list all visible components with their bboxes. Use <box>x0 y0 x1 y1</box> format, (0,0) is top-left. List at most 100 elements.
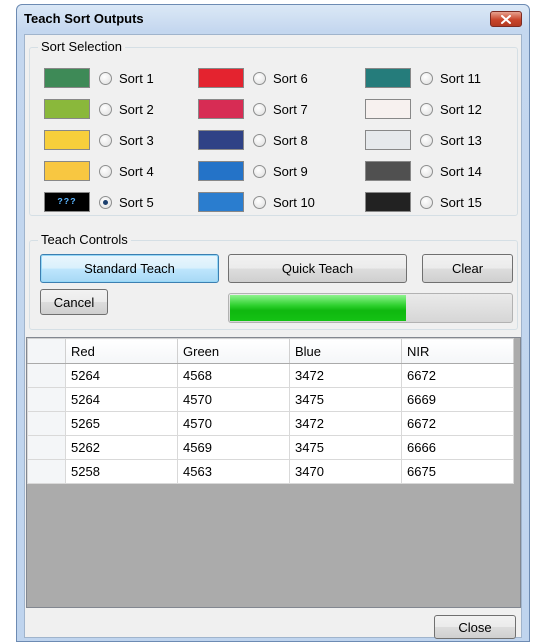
title-bar[interactable]: Teach Sort Outputs <box>17 5 529 33</box>
sort-10-radio[interactable] <box>253 195 266 209</box>
table-cell-red[interactable]: 5262 <box>65 435 178 460</box>
table-cell-green[interactable]: 4569 <box>177 435 290 460</box>
table-row[interactable]: 5262 4569 3475 6666 <box>27 435 514 460</box>
table-cell-blue[interactable]: 3475 <box>289 435 402 460</box>
table-cell-red[interactable]: 5265 <box>65 411 178 436</box>
sort-13-label[interactable]: Sort 13 <box>440 133 482 148</box>
sort-1-color-swatch[interactable] <box>44 68 90 88</box>
sort-6-color-swatch[interactable] <box>198 68 244 88</box>
sort-option-3[interactable]: Sort 3 <box>44 129 154 151</box>
table-cell-red[interactable]: 5264 <box>65 363 178 388</box>
table-cell-nir[interactable]: 6675 <box>401 459 514 484</box>
close-button[interactable]: Close <box>434 615 516 639</box>
table-cell-blue[interactable]: 3472 <box>289 363 402 388</box>
table-cell-nir[interactable]: 6669 <box>401 387 514 412</box>
sort-9-radio[interactable] <box>253 164 266 178</box>
sort-13-radio[interactable] <box>420 133 433 147</box>
sort-2-label[interactable]: Sort 2 <box>119 102 154 117</box>
sort-10-color-swatch[interactable] <box>198 192 244 212</box>
column-header-red[interactable]: Red <box>65 338 178 364</box>
sort-option-12[interactable]: Sort 12 <box>365 98 482 120</box>
sort-option-5[interactable]: ??? Sort 5 <box>44 191 154 213</box>
table-cell-red[interactable]: 5258 <box>65 459 178 484</box>
sort-12-color-swatch[interactable] <box>365 99 411 119</box>
row-header-cell[interactable] <box>27 387 66 412</box>
sort-7-radio[interactable] <box>253 102 266 116</box>
sort-option-7[interactable]: Sort 7 <box>198 98 308 120</box>
clear-button[interactable]: Clear <box>422 254 513 283</box>
table-cell-green[interactable]: 4568 <box>177 363 290 388</box>
sort-option-14[interactable]: Sort 14 <box>365 160 482 182</box>
sort-14-radio[interactable] <box>420 164 433 178</box>
sort-11-color-swatch[interactable] <box>365 68 411 88</box>
sort-option-13[interactable]: Sort 13 <box>365 129 482 151</box>
sort-4-radio[interactable] <box>99 164 112 178</box>
table-corner-cell[interactable] <box>27 338 66 364</box>
cancel-button[interactable]: Cancel <box>40 289 108 315</box>
sort-11-label[interactable]: Sort 11 <box>440 71 481 86</box>
sort-8-color-swatch[interactable] <box>198 130 244 150</box>
sort-1-radio[interactable] <box>99 71 112 85</box>
table-cell-green[interactable]: 4563 <box>177 459 290 484</box>
sort-6-radio[interactable] <box>253 71 266 85</box>
row-header-cell[interactable] <box>27 363 66 388</box>
standard-teach-button[interactable]: Standard Teach <box>40 254 219 283</box>
sort-12-label[interactable]: Sort 12 <box>440 102 482 117</box>
sort-5-color-swatch[interactable]: ??? <box>44 192 90 212</box>
table-cell-blue[interactable]: 3475 <box>289 387 402 412</box>
sort-9-label[interactable]: Sort 9 <box>273 164 308 179</box>
sort-2-radio[interactable] <box>99 102 112 116</box>
sort-14-color-swatch[interactable] <box>365 161 411 181</box>
quick-teach-button[interactable]: Quick Teach <box>228 254 407 283</box>
sort-3-radio[interactable] <box>99 133 112 147</box>
sort-option-4[interactable]: Sort 4 <box>44 160 154 182</box>
table-cell-nir[interactable]: 6672 <box>401 411 514 436</box>
table-row[interactable]: 5264 4570 3475 6669 <box>27 387 514 412</box>
row-header-cell[interactable] <box>27 459 66 484</box>
sort-3-color-swatch[interactable] <box>44 130 90 150</box>
sort-5-label[interactable]: Sort 5 <box>119 195 154 210</box>
sort-8-label[interactable]: Sort 8 <box>273 133 308 148</box>
table-row[interactable]: 5264 4568 3472 6672 <box>27 363 514 388</box>
sort-8-radio[interactable] <box>253 133 266 147</box>
table-cell-nir[interactable]: 6672 <box>401 363 514 388</box>
table-cell-green[interactable]: 4570 <box>177 411 290 436</box>
sort-15-label[interactable]: Sort 15 <box>440 195 482 210</box>
sort-3-label[interactable]: Sort 3 <box>119 133 154 148</box>
sort-7-color-swatch[interactable] <box>198 99 244 119</box>
sort-14-label[interactable]: Sort 14 <box>440 164 482 179</box>
sort-1-label[interactable]: Sort 1 <box>119 71 154 86</box>
table-cell-blue[interactable]: 3470 <box>289 459 402 484</box>
readings-grid[interactable]: Red Green Blue NIR 5264 4568 3472 6672 5264 4570… <box>26 337 521 608</box>
sort-option-2[interactable]: Sort 2 <box>44 98 154 120</box>
sort-11-radio[interactable] <box>420 71 433 85</box>
sort-13-color-swatch[interactable] <box>365 130 411 150</box>
window-close-button[interactable] <box>490 11 522 27</box>
table-cell-nir[interactable]: 6666 <box>401 435 514 460</box>
sort-15-radio[interactable] <box>420 195 433 209</box>
sort-15-color-swatch[interactable] <box>365 192 411 212</box>
sort-option-10[interactable]: Sort 10 <box>198 191 315 213</box>
sort-10-label[interactable]: Sort 10 <box>273 195 315 210</box>
sort-option-8[interactable]: Sort 8 <box>198 129 308 151</box>
sort-5-radio[interactable] <box>99 195 112 209</box>
row-header-cell[interactable] <box>27 435 66 460</box>
column-header-nir[interactable]: NIR <box>401 338 514 364</box>
sort-6-label[interactable]: Sort 6 <box>273 71 308 86</box>
sort-2-color-swatch[interactable] <box>44 99 90 119</box>
sort-9-color-swatch[interactable] <box>198 161 244 181</box>
table-cell-red[interactable]: 5264 <box>65 387 178 412</box>
sort-option-15[interactable]: Sort 15 <box>365 191 482 213</box>
sort-option-9[interactable]: Sort 9 <box>198 160 308 182</box>
column-header-green[interactable]: Green <box>177 338 290 364</box>
table-cell-blue[interactable]: 3472 <box>289 411 402 436</box>
table-row[interactable]: 5265 4570 3472 6672 <box>27 411 514 436</box>
table-cell-green[interactable]: 4570 <box>177 387 290 412</box>
sort-4-color-swatch[interactable] <box>44 161 90 181</box>
sort-4-label[interactable]: Sort 4 <box>119 164 154 179</box>
sort-12-radio[interactable] <box>420 102 433 116</box>
sort-7-label[interactable]: Sort 7 <box>273 102 308 117</box>
column-header-blue[interactable]: Blue <box>289 338 402 364</box>
sort-option-1[interactable]: Sort 1 <box>44 67 154 89</box>
sort-option-11[interactable]: Sort 11 <box>365 67 481 89</box>
